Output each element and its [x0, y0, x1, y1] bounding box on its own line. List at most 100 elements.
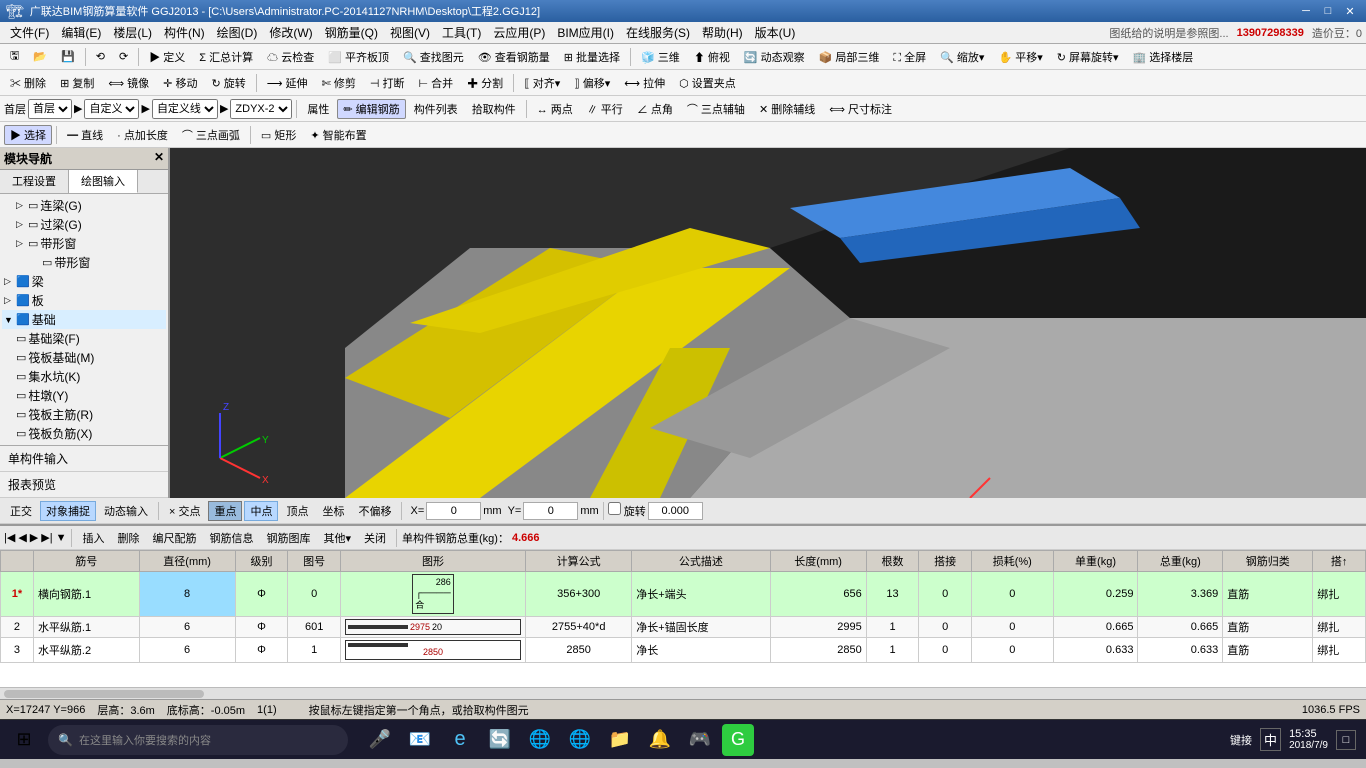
- tb-screen-rotate[interactable]: ↻ 屏幕旋转▾: [1051, 47, 1125, 67]
- tb-stretch[interactable]: ⟷ 拉伸: [618, 73, 671, 93]
- nav-first[interactable]: |◀: [4, 531, 15, 544]
- tb-line-tool[interactable]: ━ 直线: [61, 125, 109, 145]
- tb-extend[interactable]: ⟶ 延伸: [261, 73, 314, 93]
- nav-next[interactable]: ▶: [30, 531, 38, 544]
- tb-merge[interactable]: ⊢ 合并: [412, 73, 459, 93]
- maximize-button[interactable]: □: [1318, 2, 1338, 20]
- tb-edit-rebar[interactable]: ✏ 编辑钢筋: [337, 99, 405, 119]
- tb-select-tool[interactable]: ▶ 选择: [4, 125, 52, 145]
- snap-dynamic[interactable]: 动态输入: [98, 501, 154, 521]
- tb-three-arc[interactable]: ⌒ 三点画弧: [176, 125, 246, 145]
- tb-fullscreen[interactable]: ⛶ 全屏: [887, 47, 932, 67]
- tb-trim[interactable]: ✄ 修剪: [316, 73, 362, 93]
- single-component-input[interactable]: 单构件输入: [0, 446, 168, 472]
- tb-pick-component[interactable]: 拾取构件: [466, 99, 522, 119]
- btn-close[interactable]: 关闭: [359, 528, 391, 548]
- menu-edit[interactable]: 编辑(E): [55, 22, 107, 43]
- menu-component[interactable]: 构件(N): [158, 22, 211, 43]
- menu-rebar-qty[interactable]: 钢筋量(Q): [319, 22, 384, 43]
- btn-scale-rebar[interactable]: 编尺配筋: [147, 528, 201, 548]
- tb-redo[interactable]: ⟳: [113, 48, 134, 65]
- tree-node-zhudun[interactable]: ▭ 柱墩(Y): [2, 386, 166, 405]
- snap-object[interactable]: 对象捕捉: [40, 501, 96, 521]
- report-preview[interactable]: 报表预览: [0, 472, 168, 498]
- btn-delete[interactable]: 删除: [112, 528, 144, 548]
- tb-point-angle[interactable]: ∠ 点角: [631, 99, 679, 119]
- taskbar-search[interactable]: 🔍 在这里输入你要搜索的内容: [48, 725, 348, 755]
- tb-delete[interactable]: ✂ 删除: [4, 73, 52, 93]
- menu-floor[interactable]: 楼层(L): [107, 22, 158, 43]
- snap-midpoint-heavy[interactable]: 重点: [208, 501, 242, 521]
- line-select[interactable]: 自定义线: [152, 99, 218, 119]
- taskbar-app-refresh[interactable]: 🔄: [482, 722, 518, 758]
- tb-properties[interactable]: 属性: [301, 99, 335, 119]
- tb-pan[interactable]: ✋ 平移▾: [992, 47, 1048, 67]
- tree-node-guoliang[interactable]: ▷ ▭ 过梁(G): [2, 215, 166, 234]
- tb-rect-tool[interactable]: ▭ 矩形: [255, 125, 302, 145]
- taskbar-notification[interactable]: □: [1336, 730, 1356, 750]
- menu-cloud[interactable]: 云应用(P): [487, 22, 551, 43]
- taskbar-app-mic[interactable]: 🎤: [362, 722, 398, 758]
- tree-node-ban[interactable]: ▷ 🟦 板: [2, 291, 166, 310]
- panel-close[interactable]: ✕: [154, 150, 164, 167]
- taskbar-app-green[interactable]: G: [722, 724, 754, 756]
- btn-rebar-lib[interactable]: 钢筋图库: [261, 528, 315, 548]
- tb-save[interactable]: 💾: [55, 48, 81, 65]
- menu-modify[interactable]: 修改(W): [263, 22, 318, 43]
- tree-node-jichuliang[interactable]: ▭ 基础梁(F): [2, 329, 166, 348]
- tb-define[interactable]: ▶ 定义: [143, 47, 191, 67]
- nav-last[interactable]: ▶|: [41, 531, 52, 544]
- menu-view[interactable]: 视图(V): [384, 22, 436, 43]
- tb-component-list[interactable]: 构件列表: [408, 99, 464, 119]
- tb-grips[interactable]: ⬡ 设置夹点: [673, 73, 742, 93]
- tb-smart-layout[interactable]: ✦ 智能布置: [304, 125, 372, 145]
- taskbar-app-game[interactable]: 🎮: [682, 722, 718, 758]
- snap-midpoint[interactable]: 中点: [244, 501, 278, 521]
- btn-rebar-info[interactable]: 钢筋信息: [204, 528, 258, 548]
- tb-undo[interactable]: ⟲: [90, 48, 111, 65]
- tree-node-jishuikeng[interactable]: ▭ 集水坑(K): [2, 367, 166, 386]
- tb-open[interactable]: 📂: [27, 48, 53, 65]
- menu-version[interactable]: 版本(U): [749, 22, 802, 43]
- tree-node-liang[interactable]: ▷ 🟦 梁: [2, 272, 166, 291]
- menu-bim[interactable]: BIM应用(I): [551, 22, 620, 43]
- tree-node-fabanzhuiin[interactable]: ▭ 筏板主筋(R): [2, 405, 166, 424]
- taskbar-app-edge1[interactable]: e: [442, 722, 478, 758]
- tb-dim-mark[interactable]: ⟺ 尺寸标注: [823, 99, 898, 119]
- menu-tools[interactable]: 工具(T): [436, 22, 487, 43]
- snap-no-offset[interactable]: 不偏移: [352, 501, 397, 521]
- tb-find-element[interactable]: 🔍 查找图元: [397, 47, 470, 67]
- tree-area[interactable]: ▷ ▭ 连梁(G) ▷ ▭ 过梁(G) ▷ ▭ 带形窗 ▭ 带形窗 ▷ 🟦: [0, 194, 168, 445]
- tree-node-jichu[interactable]: ▼ 🟦 基础: [2, 310, 166, 329]
- tb-move[interactable]: ✛ 移动: [157, 73, 203, 93]
- tree-node-daichuang[interactable]: ▷ ▭ 带形窗: [2, 234, 166, 253]
- snap-vertex[interactable]: 顶点: [280, 501, 314, 521]
- x-input[interactable]: [426, 502, 481, 520]
- tree-node-fabanjin[interactable]: ▭ 筏板负筋(X): [2, 424, 166, 443]
- close-button[interactable]: ✕: [1340, 2, 1360, 20]
- tree-node-daichuang2[interactable]: ▭ 带形窗: [2, 253, 166, 272]
- canvas-area[interactable]: Y X Z: [170, 148, 1366, 498]
- tb-dynamic-obs[interactable]: 🔄 动态观察: [738, 47, 811, 67]
- menu-draw[interactable]: 绘图(D): [211, 22, 264, 43]
- taskbar-app-edge2[interactable]: 🌐: [522, 722, 558, 758]
- menu-file[interactable]: 文件(F): [4, 22, 55, 43]
- start-button[interactable]: ⊞: [4, 722, 44, 758]
- tree-node-lianliang[interactable]: ▷ ▭ 连梁(G): [2, 196, 166, 215]
- tb-batch-select[interactable]: ⊞ 批量选择: [558, 47, 626, 67]
- snap-coord[interactable]: 坐标: [316, 501, 350, 521]
- snap-ortho[interactable]: 正交: [4, 501, 38, 521]
- floor-select[interactable]: 首层: [28, 99, 72, 119]
- tb-split[interactable]: ✚ 分割: [461, 73, 509, 93]
- mode-select[interactable]: 自定义: [84, 99, 139, 119]
- y-input[interactable]: [523, 502, 578, 520]
- tab-drawing-input[interactable]: 绘图输入: [69, 170, 138, 193]
- tb-calculate[interactable]: Σ 汇总计算: [193, 47, 259, 67]
- tb-delete-aux[interactable]: ✕ 删除辅线: [753, 99, 821, 119]
- tb-align[interactable]: ⟦ 对齐▾: [518, 73, 566, 93]
- horizontal-scrollbar[interactable]: [0, 687, 1366, 699]
- tb-new[interactable]: 🖫: [4, 45, 25, 68]
- taskbar-app-folder[interactable]: 📁: [602, 722, 638, 758]
- tb-select-floor[interactable]: 🏢 选择楼层: [1127, 47, 1200, 67]
- rotate-input[interactable]: [648, 502, 703, 520]
